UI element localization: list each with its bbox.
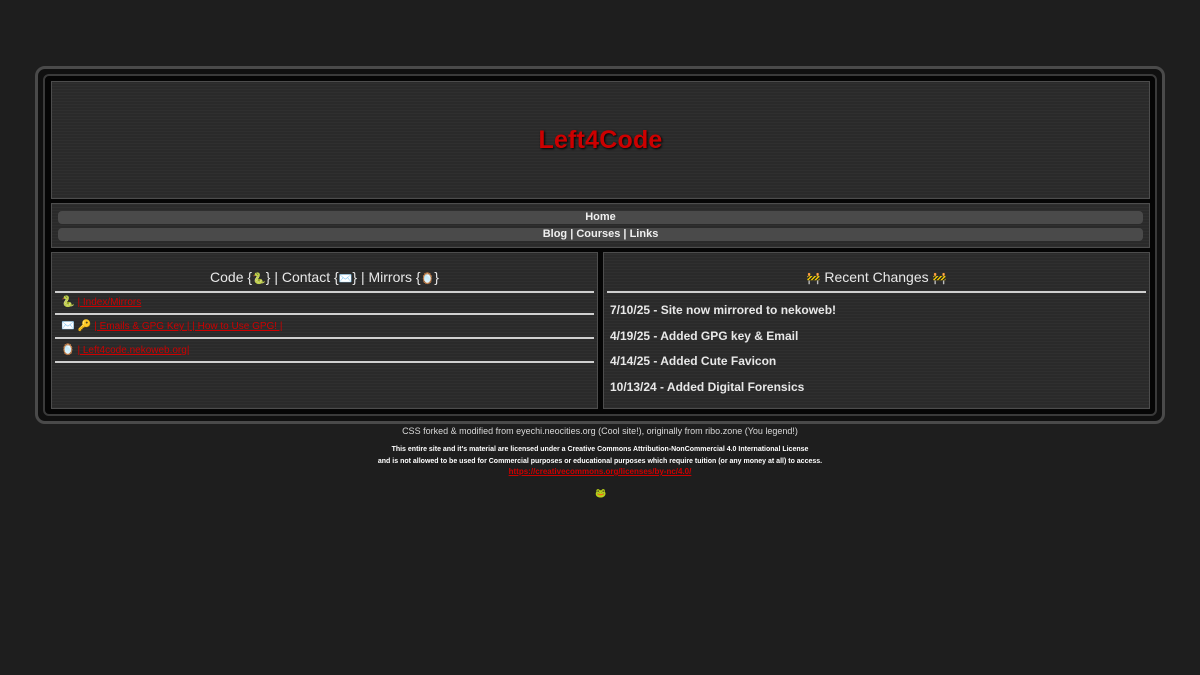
license-link[interactable]: https://creativecommons.org/licenses/by-… (509, 467, 692, 476)
index-mirrors-link[interactable]: | Index/Mirrors (77, 297, 141, 308)
nav-separator: | (620, 228, 630, 240)
snake-icon: 🐍 (252, 273, 266, 285)
nav-home-link[interactable]: Home (585, 211, 616, 223)
recent-changes-title: Recent Changes (824, 269, 929, 285)
frog-icon[interactable]: 🐸 (595, 488, 606, 499)
css-credit: CSS forked & modified from eyechi.neocit… (402, 426, 798, 436)
contact-heading-label: } | Contact { (265, 269, 339, 285)
heading-close-brace: } (434, 269, 439, 285)
site-header: Left4Code (51, 81, 1150, 199)
nav-links-link[interactable]: Links (630, 228, 659, 240)
list-item-contact: ✉️ 🔑 | Emails & GPG Key | | How to Use G… (55, 317, 594, 339)
construction-icon: 🚧 (806, 273, 821, 285)
license-link-wrap: https://creativecommons.org/licenses/by-… (0, 467, 1200, 476)
list-item-mirrors: 🪞 | Left4code.nekoweb.org| (55, 341, 594, 363)
list-item-code: 🐍 | Index/Mirrors (55, 293, 594, 315)
license-text-line1: This entire site and it's material are l… (391, 446, 809, 453)
nav-row-home: Home (58, 211, 1143, 224)
links-panel: Code {🐍} | Contact {✉️} | Mirrors {🪞} 🐍 … (51, 252, 598, 409)
change-item: 10/13/24 - Added Digital Forensics (610, 380, 805, 394)
license-text-line2: and is not allowed to be used for Commer… (377, 458, 823, 465)
nav-row-secondary: Blog | Courses | Links (58, 228, 1143, 241)
recent-changes-heading: 🚧 Recent Changes 🚧 (607, 267, 1146, 293)
site-title: Left4Code (538, 126, 663, 154)
code-heading-label: Code { (210, 269, 253, 285)
change-item: 4/19/25 - Added GPG key & Email (610, 329, 799, 343)
snake-icon: 🐍 (61, 296, 75, 308)
change-item: 4/14/25 - Added Cute Favicon (610, 354, 777, 368)
mirror-icon: 🪞 (420, 273, 435, 285)
recent-changes-panel: 🚧 Recent Changes 🚧 7/10/25 - Site now mi… (603, 252, 1150, 409)
nav-bar: Home Blog | Courses | Links (51, 203, 1150, 248)
envelope-key-icon: ✉️ 🔑 (61, 320, 92, 332)
nekoweb-mirror-link[interactable]: | Left4code.nekoweb.org| (77, 345, 189, 356)
mirrors-heading-label: } | Mirrors { (352, 269, 421, 285)
envelope-icon: ✉️ (338, 273, 353, 285)
nav-separator: | (567, 228, 577, 240)
nav-courses-link[interactable]: Courses (576, 228, 620, 240)
change-item: 7/10/25 - Site now mirrored to nekoweb! (610, 303, 837, 317)
nav-blog-link[interactable]: Blog (543, 228, 567, 240)
email-gpg-link[interactable]: | Emails & GPG Key | | How to Use GPG! | (94, 321, 282, 332)
mirror-icon: 🪞 (61, 344, 75, 356)
construction-icon: 🚧 (932, 273, 947, 285)
links-panel-heading: Code {🐍} | Contact {✉️} | Mirrors {🪞} (55, 267, 594, 293)
